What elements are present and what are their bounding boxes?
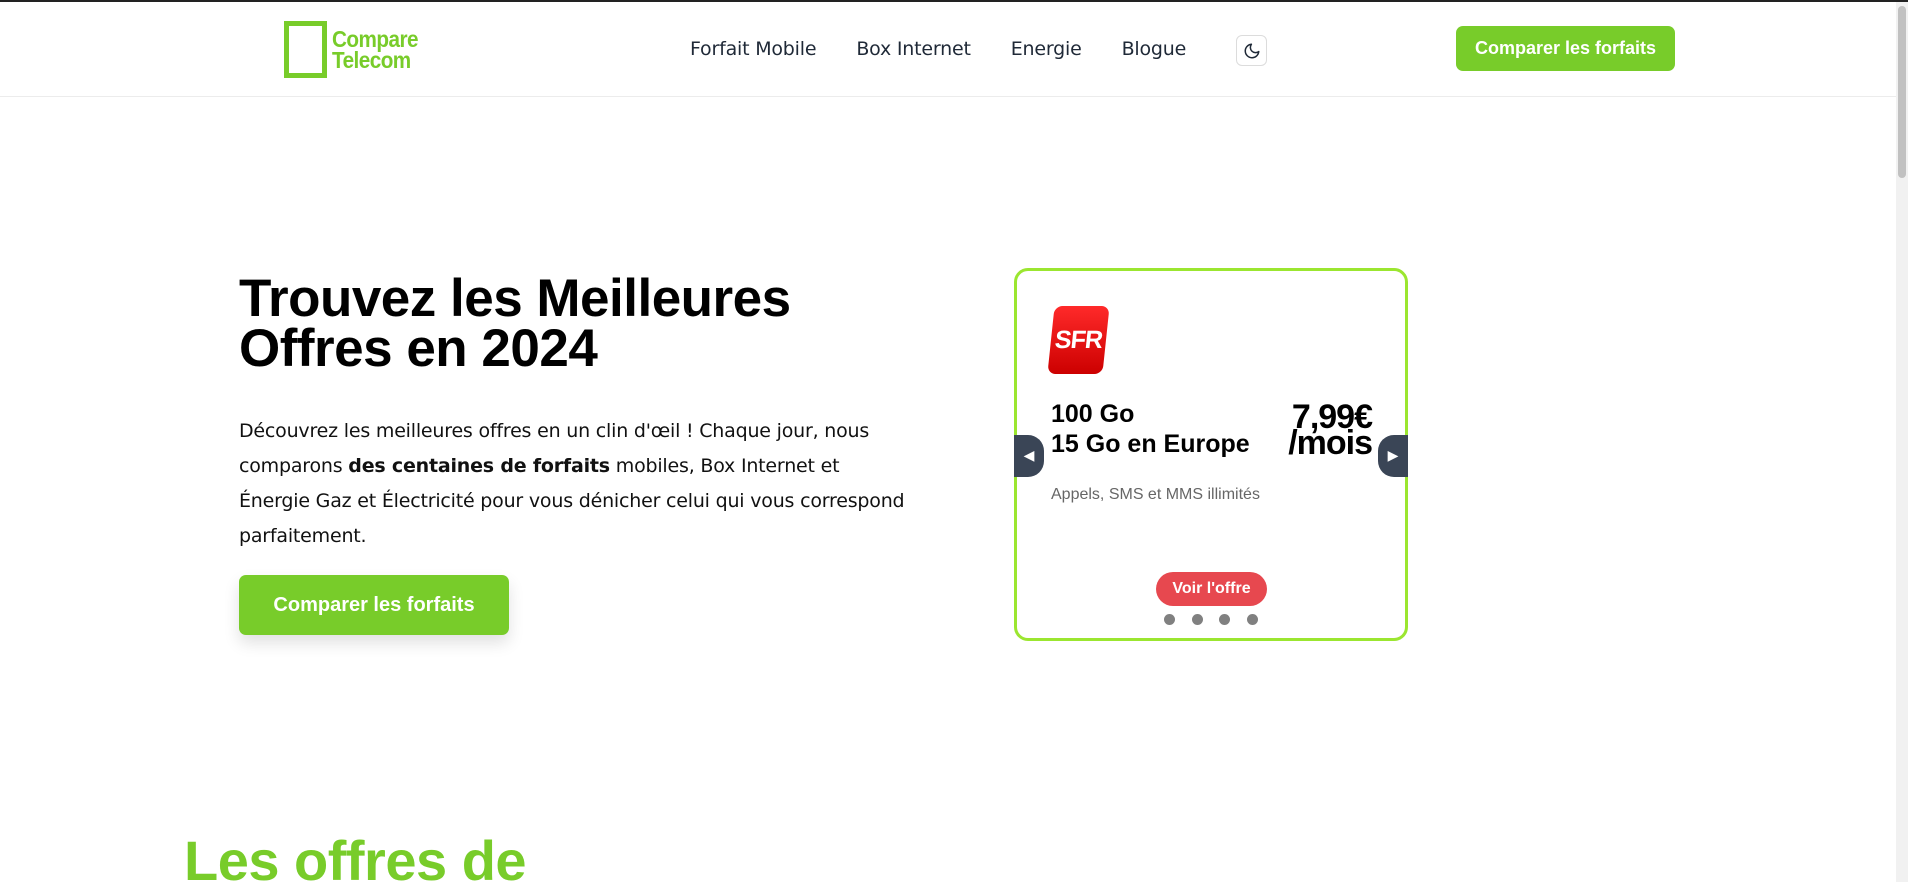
main-nav: Forfait Mobile Box Internet Energie Blog…	[690, 38, 1226, 60]
carousel-prev-button[interactable]: ◀	[1014, 435, 1044, 477]
plan-data: 100 Go 15 Go en Europe	[1051, 399, 1250, 459]
logo-mark-icon	[284, 21, 327, 78]
carousel-dot-1[interactable]	[1164, 614, 1175, 625]
nav-link-blogue[interactable]: Blogue	[1122, 38, 1187, 60]
logo[interactable]: Compare Telecom	[284, 21, 428, 78]
arrow-right-icon: ▶	[1387, 448, 1399, 464]
plan-price: 7,99€ /mois	[1288, 400, 1373, 462]
hero-compare-button[interactable]: Comparer les forfaits	[239, 575, 509, 635]
carousel-next-button[interactable]: ▶	[1378, 435, 1408, 477]
logo-line2: Telecom	[332, 46, 411, 73]
plan-price-period: /mois	[1288, 424, 1373, 462]
hero-description: Découvrez les meilleures offres en un cl…	[239, 414, 909, 554]
offers-section-title: Les offres de	[184, 829, 527, 882]
header-compare-button[interactable]: Comparer les forfaits	[1456, 26, 1675, 71]
arrow-left-icon: ◀	[1023, 448, 1035, 464]
offer-carousel-card: SFR 100 Go 15 Go en Europe 7,99€ /mois A…	[1014, 268, 1408, 641]
hero-desc-bold: des centaines de forfaits	[348, 455, 610, 477]
carousel-dots	[1164, 614, 1274, 625]
view-offer-button[interactable]: Voir l'offre	[1156, 572, 1267, 606]
scrollbar-thumb[interactable]	[1898, 6, 1906, 178]
sfr-logo: SFR	[1047, 306, 1110, 374]
site-header: Compare Telecom Forfait Mobile Box Inter…	[0, 2, 1896, 97]
carousel-dot-3[interactable]	[1219, 614, 1230, 625]
carousel-dot-4[interactable]	[1246, 614, 1258, 625]
nav-link-forfait-mobile[interactable]: Forfait Mobile	[690, 38, 817, 60]
nav-link-energie[interactable]: Energie	[1011, 38, 1082, 60]
plan-data-line1: 100 Go	[1051, 400, 1135, 428]
moon-icon	[1244, 43, 1259, 58]
plan-features: Appels, SMS et MMS illimités	[1051, 486, 1260, 503]
plan-data-line2: 15 Go en Europe	[1051, 430, 1250, 458]
page-scrollbar[interactable]	[1896, 2, 1908, 882]
nav-link-box-internet[interactable]: Box Internet	[856, 38, 971, 60]
carousel-dot-2[interactable]	[1191, 614, 1203, 625]
hero-title: Trouvez les Meilleures Offres en 2024	[239, 269, 791, 378]
logo-text: Compare Telecom	[332, 27, 418, 73]
theme-toggle-button[interactable]	[1236, 35, 1267, 66]
